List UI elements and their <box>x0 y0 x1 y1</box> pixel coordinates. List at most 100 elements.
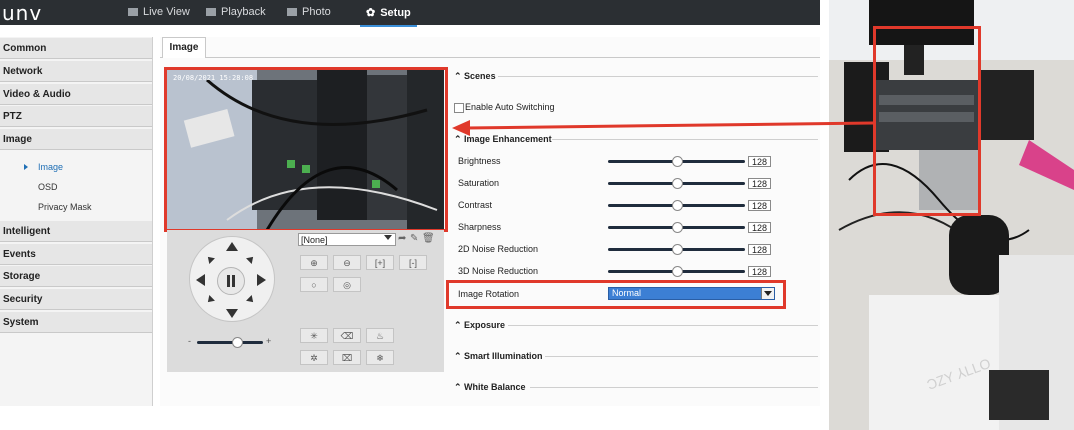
enhancement-value-input[interactable]: 128 <box>748 222 771 233</box>
enhancement-slider-knob[interactable] <box>671 156 683 167</box>
section-divider <box>508 325 818 326</box>
ptz-pause-button[interactable] <box>217 267 245 295</box>
monitor-icon <box>128 8 138 16</box>
nav-live-view-label: Live View <box>143 6 190 18</box>
highlight-photo-box <box>873 26 981 216</box>
preset-call-icon[interactable]: ➦ <box>398 233 406 244</box>
nav-playback-label: Playback <box>221 6 266 18</box>
plus-icon: + <box>266 336 272 346</box>
highlight-video-box <box>164 67 448 232</box>
nav-live-view[interactable]: Live View <box>128 6 190 18</box>
film-icon <box>206 8 216 16</box>
enhancement-value-input[interactable]: 128 <box>748 200 771 211</box>
enhancement-label: 3D Noise Reduction <box>458 266 539 276</box>
section-divider <box>552 139 818 140</box>
enable-auto-switching-checkbox[interactable] <box>454 103 464 113</box>
section-smart-illumination-label: Smart Illumination <box>464 351 543 361</box>
tab-divider <box>160 57 820 58</box>
wiper-button[interactable]: ⌫ <box>333 328 361 343</box>
sidebar-subitem-image[interactable]: Image <box>38 162 63 172</box>
ptz-speed-slider-knob[interactable] <box>232 337 243 348</box>
sidebar-item-security[interactable]: Security <box>0 289 152 310</box>
collapse-icon: ⌃ <box>454 351 465 361</box>
section-white-balance-label: White Balance <box>464 382 526 392</box>
focus-near-button[interactable]: [+] <box>366 255 394 270</box>
enhancement-label: Saturation <box>458 178 500 188</box>
collapse-icon: ⌃ <box>454 134 465 144</box>
sidebar-item-image[interactable]: Image <box>0 129 152 150</box>
enhancement-label: Sharpness <box>458 222 502 232</box>
light-off-button[interactable]: ✲ <box>300 350 328 365</box>
sidebar-item-events[interactable]: Events <box>0 244 152 265</box>
section-scenes[interactable]: ⌃ Scenes <box>454 71 496 82</box>
enhancement-value-input[interactable]: 128 <box>748 156 771 167</box>
snowflake-button[interactable]: ❄ <box>366 350 394 365</box>
enhancement-slider-knob[interactable] <box>671 266 683 277</box>
photo-icon <box>287 8 297 16</box>
preset-edit-icon[interactable]: ✎ <box>410 233 418 244</box>
caret-right-icon <box>24 164 28 170</box>
section-scenes-label: Scenes <box>464 71 496 81</box>
zoom-out-button[interactable]: ⊖ <box>333 255 361 270</box>
ptz-left-icon[interactable] <box>196 274 205 286</box>
section-exposure[interactable]: ⌃ Exposure <box>454 320 505 331</box>
sidebar-item-network[interactable]: Network <box>0 61 152 82</box>
section-exposure-label: Exposure <box>464 320 506 330</box>
collapse-icon: ⌃ <box>454 71 465 81</box>
light-button[interactable]: ✳ <box>300 328 328 343</box>
sidebar-subitem-osd[interactable]: OSD <box>38 182 58 192</box>
wiper-off-button[interactable]: ⌧ <box>333 350 361 365</box>
heater-button[interactable]: ♨ <box>366 328 394 343</box>
sidebar-item-intelligent[interactable]: Intelligent <box>0 221 152 242</box>
tab-image[interactable]: Image <box>162 37 206 58</box>
sidebar-item-common[interactable]: Common <box>0 38 152 59</box>
iris-close-button[interactable]: ◎ <box>333 277 361 292</box>
ptz-down-icon[interactable] <box>226 309 238 318</box>
nav-playback[interactable]: Playback <box>206 6 266 18</box>
enhancement-value-input[interactable]: 128 <box>748 244 771 255</box>
collapse-icon: ⌃ <box>454 382 465 392</box>
sidebar-item-storage[interactable]: Storage <box>0 266 152 287</box>
brand-logo: unv <box>2 1 43 25</box>
section-divider <box>545 356 818 357</box>
gear-icon: ✿ <box>366 7 376 19</box>
iris-open-button[interactable]: ○ <box>300 277 328 292</box>
top-navigation-bar: unv Live View Playback Photo ✿ Setup <box>0 0 820 27</box>
nav-photo-label: Photo <box>302 6 331 18</box>
enhancement-value-input[interactable]: 128 <box>748 178 771 189</box>
zoom-in-button[interactable]: ⊕ <box>300 255 328 270</box>
enhancement-slider-knob[interactable] <box>671 200 683 211</box>
section-white-balance[interactable]: ⌃ White Balance <box>454 382 526 393</box>
enhancement-label: Contrast <box>458 200 493 210</box>
collapse-icon: ⌃ <box>454 320 465 330</box>
section-smart-illumination[interactable]: ⌃ Smart Illumination <box>454 351 543 362</box>
chevron-down-icon <box>384 235 392 240</box>
ptz-up-icon[interactable] <box>226 242 238 251</box>
sidebar-item-video-audio[interactable]: Video & Audio <box>0 84 152 105</box>
enhancement-label: 2D Noise Reduction <box>458 244 539 254</box>
sidebar-subitem-privacy-mask[interactable]: Privacy Mask <box>38 202 92 212</box>
enhancement-value-input[interactable]: 128 <box>748 266 771 277</box>
focus-far-button[interactable]: [-] <box>399 255 427 270</box>
ptz-right-icon[interactable] <box>257 274 266 286</box>
section-divider <box>498 76 818 77</box>
ptz-speed-slider[interactable] <box>197 341 263 344</box>
section-image-enhancement[interactable]: ⌃ Image Enhancement <box>454 134 552 145</box>
nav-setup[interactable]: ✿ Setup <box>360 6 417 27</box>
sidebar-item-system[interactable]: System <box>0 312 152 333</box>
preset-delete-icon[interactable]: 🗑 <box>422 233 435 244</box>
enhancement-slider-knob[interactable] <box>671 178 683 189</box>
section-image-enhancement-label: Image Enhancement <box>464 134 552 144</box>
enhancement-slider-knob[interactable] <box>671 244 683 255</box>
enhancement-slider-knob[interactable] <box>671 222 683 233</box>
highlight-image-rotation-box <box>446 280 786 309</box>
enable-auto-switching-label: Enable Auto Switching <box>465 102 555 112</box>
preset-select-value: [None] <box>301 235 328 245</box>
preset-select[interactable]: [None] <box>298 233 396 246</box>
enhancement-label: Brightness <box>458 156 501 166</box>
minus-icon: - <box>188 336 191 346</box>
nav-setup-label: Setup <box>380 6 411 19</box>
section-divider <box>530 387 818 388</box>
sidebar-item-ptz[interactable]: PTZ <box>0 106 152 127</box>
nav-photo[interactable]: Photo <box>287 6 331 18</box>
